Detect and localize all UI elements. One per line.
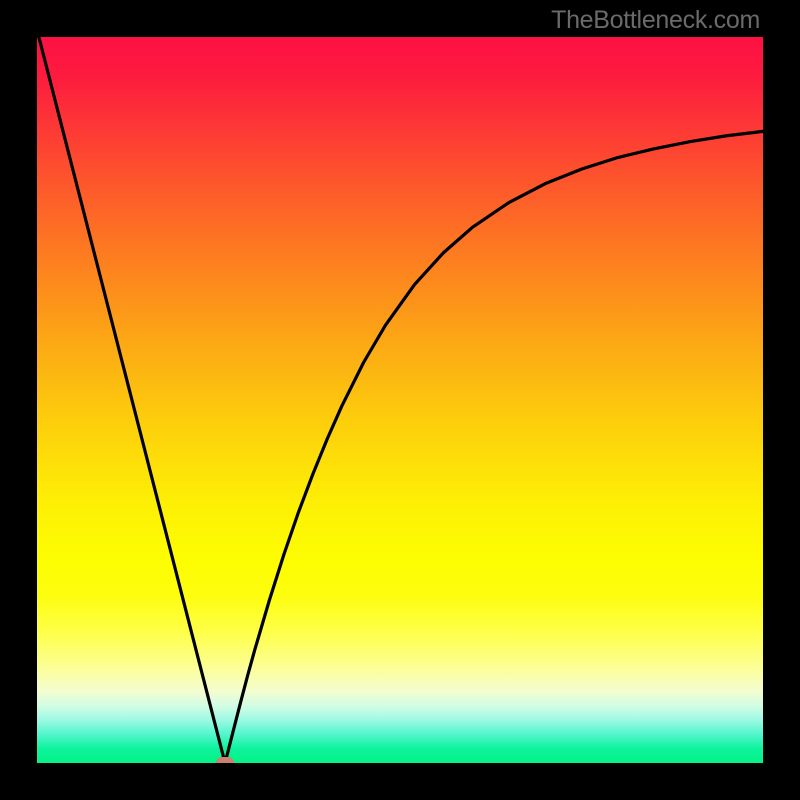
bottleneck-curve: [37, 37, 763, 763]
plot-area: [37, 37, 763, 763]
curve-path: [37, 37, 763, 763]
chart-frame: TheBottleneck.com: [0, 0, 800, 800]
watermark-text: TheBottleneck.com: [551, 6, 760, 35]
minimum-marker: [216, 757, 234, 763]
